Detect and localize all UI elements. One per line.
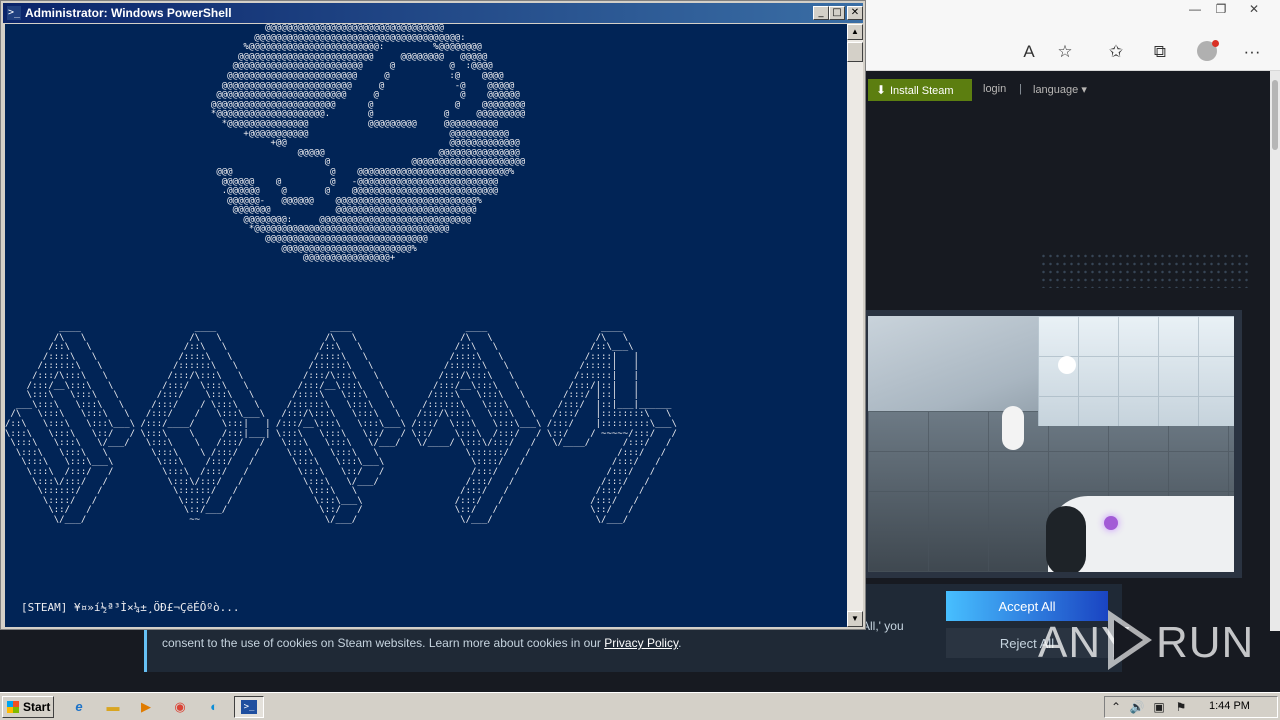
close-button[interactable]: ✕ [847,6,863,20]
browser-scrollbar[interactable] [1270,71,1280,631]
decorative-dot-pattern [1040,252,1250,288]
taskbar: Start e ▬ ▶ ◉ ◐ >_ ⌃ 🔊 ▣ ⚑ 1:44 PM [0,692,1280,720]
maximize-button[interactable]: □ [829,6,845,20]
start-button[interactable]: Start [2,696,54,718]
action-center-flag-icon[interactable]: ⚑ [1173,698,1189,716]
console-scrollbar[interactable]: ▲ ▼ [847,24,863,627]
console-status-line: [STEAM] ¥¤»í½ª³Ì×¼±¸ÖÐ£¬ÇëÉÔºò... [21,601,240,614]
header-separator: | [1019,83,1022,95]
privacy-policy-link[interactable]: Privacy Policy [604,636,678,650]
powershell-icon: >_ [7,6,21,20]
start-label: Start [23,700,51,714]
windows-logo-icon [7,701,19,713]
favorites-icon[interactable]: ✩ [1104,40,1128,64]
anyrun-watermark: ANY RUN [1038,610,1253,672]
network-icon[interactable]: ▣ [1151,698,1167,716]
powershell-window: >_ Administrator: Windows PowerShell _ □… [0,0,866,630]
cookie-text: consent to the use of cookies on Steam w… [162,636,681,650]
steam-header: ⬇ Install Steam login | language ▾ [866,71,1270,111]
system-tray: ⌃ 🔊 ▣ ⚑ 1:44 PM [1104,696,1278,718]
clock[interactable]: 1:44 PM [1209,700,1250,712]
scroll-up-button[interactable]: ▲ [847,24,863,40]
internet-explorer-icon[interactable]: e [68,697,90,717]
show-hidden-icons-icon[interactable]: ⌃ [1108,698,1124,716]
more-options-icon[interactable]: ··· [1240,40,1264,64]
scroll-down-button[interactable]: ▼ [847,611,863,627]
add-favorite-icon[interactable]: ☆ [1053,40,1077,64]
file-explorer-icon[interactable]: ▬ [102,697,124,717]
console-ascii-steam-logo: ____ ____ ____ ____ ____ /\ \ /\ \ /\ \ … [5,323,677,525]
download-icon: ⬇ [876,83,887,97]
taskbar-powershell-button[interactable]: >_ [234,696,264,718]
read-aloud-icon[interactable]: A [1017,40,1041,64]
powershell-titlebar[interactable]: >_ Administrator: Windows PowerShell _ □… [3,3,863,23]
window-title: Administrator: Windows PowerShell [25,6,232,20]
browser-scrollbar-thumb[interactable] [1272,80,1278,150]
cookie-text-end: . [678,636,682,650]
chrome-icon[interactable]: ◉ [169,697,191,717]
edge-icon[interactable]: ◐ [203,697,225,717]
install-steam-label: Install Steam [890,85,954,97]
login-link[interactable]: login [983,83,1006,95]
browser-close-button[interactable]: ✕ [1243,2,1265,16]
powershell-taskbar-icon: >_ [241,700,257,714]
game-screenshot[interactable] [868,316,1234,572]
collections-icon[interactable]: ⧉ [1148,40,1172,64]
cookie-text-fragment: All,' you [862,619,904,633]
watermark-right: RUN [1156,618,1255,667]
scrollbar-thumb[interactable] [847,42,863,62]
install-steam-button[interactable]: ⬇ Install Steam [868,79,972,101]
powershell-console[interactable]: @@@@@@@@@@@@@@@@@@@@@@@@@@@@@@@@@ @@@@@@… [5,24,847,627]
media-player-icon[interactable]: ▶ [135,697,157,717]
browser-restore-button[interactable]: ❐ [1210,2,1232,16]
profile-avatar-icon[interactable] [1197,40,1219,61]
language-dropdown[interactable]: language ▾ [1033,83,1087,96]
browser-minimize-button[interactable]: — [1184,2,1206,16]
minimize-button[interactable]: _ [813,6,829,20]
volume-icon[interactable]: 🔊 [1129,698,1145,716]
cookie-text-body: consent to the use of cookies on Steam w… [162,636,605,650]
